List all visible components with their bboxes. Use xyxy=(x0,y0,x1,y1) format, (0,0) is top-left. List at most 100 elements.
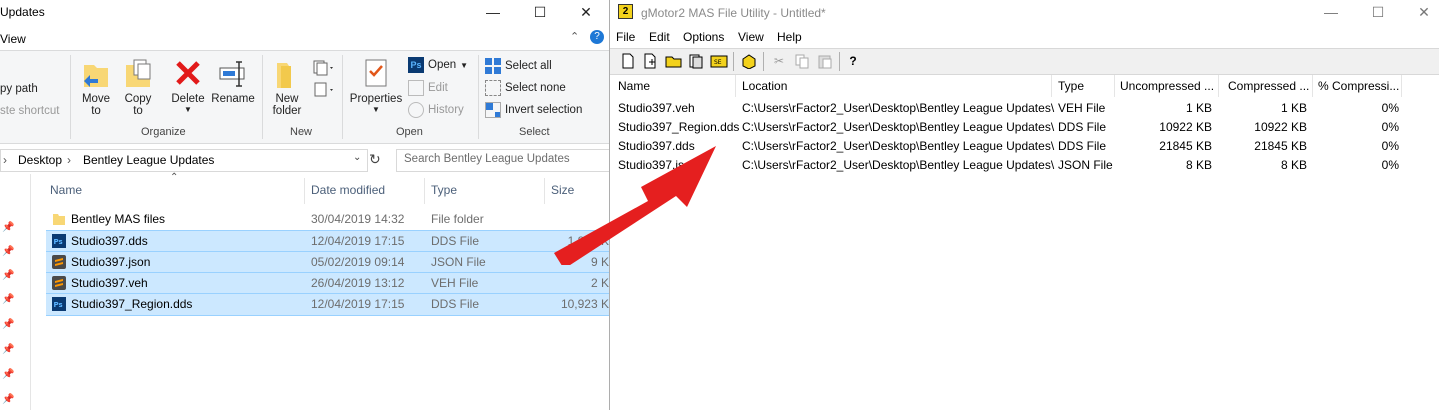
column-divider[interactable] xyxy=(735,75,736,97)
gm-column-location[interactable]: Location xyxy=(742,79,787,93)
column-divider[interactable] xyxy=(544,178,545,204)
photoshop-icon: Ps xyxy=(52,297,66,311)
extract-icon[interactable]: SE xyxy=(710,52,728,70)
edit-button[interactable]: Edit xyxy=(408,78,448,98)
easy-access-button[interactable] xyxy=(312,81,336,99)
new-item-button[interactable] xyxy=(312,59,336,77)
mas-row[interactable]: Studio397.dds C:\Users\rFactor2_User\Desk… xyxy=(613,137,1413,156)
help-icon[interactable]: ? xyxy=(590,30,604,44)
pin-icon: 📌 xyxy=(2,344,15,355)
file-date: 12/04/2019 17:15 xyxy=(311,234,405,248)
column-divider[interactable] xyxy=(424,178,425,204)
address-bar[interactable]: › Desktop › Bentley League Updates ⌄ xyxy=(0,149,368,172)
gm-column-compressed[interactable]: Compressed ... xyxy=(1228,79,1309,93)
menu-options[interactable]: Options xyxy=(683,30,724,44)
delete-dropdown-icon: ▼ xyxy=(184,105,192,114)
column-divider[interactable] xyxy=(1051,75,1052,97)
file-row[interactable]: Studio397.veh 26/04/2019 13:12 VEH File 2 K xyxy=(46,272,609,295)
ribbon-separator xyxy=(478,55,479,139)
paste-icon[interactable] xyxy=(816,52,834,70)
copy-to-button[interactable]: Copy to xyxy=(120,57,156,117)
save-icon[interactable] xyxy=(687,52,705,70)
column-divider[interactable] xyxy=(1114,75,1115,97)
menu-edit[interactable]: Edit xyxy=(649,30,670,44)
select-none-button[interactable]: Select none xyxy=(485,78,566,98)
tab-view[interactable]: View xyxy=(0,32,26,46)
column-name[interactable]: Name xyxy=(50,183,82,197)
address-dropdown-icon[interactable]: ⌄ xyxy=(353,152,361,163)
new-folder-button[interactable]: New folder xyxy=(268,57,306,117)
add-file-icon[interactable] xyxy=(642,52,660,70)
breadcrumb-current[interactable]: Bentley League Updates xyxy=(83,153,214,167)
copy-path-button[interactable]: py path xyxy=(0,79,38,99)
copy-icon[interactable] xyxy=(793,52,811,70)
file-type: File folder xyxy=(431,212,484,226)
svg-text:Ps: Ps xyxy=(54,238,63,246)
search-input[interactable]: Search Bentley League Updates xyxy=(396,149,609,172)
maximize-button[interactable]: ☐ xyxy=(1355,0,1401,24)
column-type[interactable]: Type xyxy=(431,183,457,197)
close-button[interactable]: ✕ xyxy=(563,0,609,24)
ribbon-separator xyxy=(262,55,263,139)
svg-text:Ps: Ps xyxy=(54,301,63,309)
invert-selection-button[interactable]: Invert selection xyxy=(485,100,582,120)
column-size[interactable]: Size xyxy=(551,183,574,197)
gm-column-type[interactable]: Type xyxy=(1058,79,1084,93)
properties-button[interactable]: Properties ▼ xyxy=(348,57,404,114)
minimize-button[interactable]: — xyxy=(1308,0,1354,24)
group-label-select: Select xyxy=(519,126,550,138)
column-divider[interactable] xyxy=(1218,75,1219,97)
select-all-button[interactable]: Select all xyxy=(485,56,552,76)
gm-column-name[interactable]: Name xyxy=(618,79,650,93)
move-to-button[interactable]: Move to xyxy=(78,57,114,117)
open-folder-icon[interactable] xyxy=(665,52,683,70)
file-row[interactable]: Ps Studio397_Region.dds 12/04/2019 17:15 DD… xyxy=(46,293,609,316)
gm-column-pct[interactable]: % Compressi... xyxy=(1318,79,1399,93)
delete-icon xyxy=(176,61,200,85)
mas-row[interactable]: Studio397.json C:\Users\rFactor2_User\Des… xyxy=(613,156,1413,175)
paste-shortcut-button[interactable]: ste shortcut xyxy=(0,101,59,121)
column-date-modified[interactable]: Date modified xyxy=(311,183,385,197)
history-button[interactable]: History xyxy=(408,100,464,120)
mas-file-pct: 0% xyxy=(1381,139,1399,153)
mas-file-type: DDS File xyxy=(1058,139,1107,153)
gm-column-uncompressed[interactable]: Uncompressed ... xyxy=(1120,79,1214,93)
mas-row[interactable]: Studio397_Region.dds C:\Users\rFactor2_Us… xyxy=(613,118,1413,137)
column-divider[interactable] xyxy=(304,178,305,204)
column-divider[interactable] xyxy=(1401,75,1402,97)
mas-file-type: VEH File xyxy=(1058,101,1106,115)
maximize-button[interactable]: ☐ xyxy=(517,0,563,24)
menu-help[interactable]: Help xyxy=(777,30,802,44)
file-row[interactable]: Studio397.json 05/02/2019 09:14 JSON File 9… xyxy=(46,251,609,274)
refresh-icon[interactable]: ↻ xyxy=(369,151,381,168)
open-button[interactable]: Ps Open ▼ xyxy=(408,55,468,75)
delete-button[interactable]: Delete ▼ xyxy=(168,57,208,114)
properties-dropdown-icon: ▼ xyxy=(372,105,380,114)
pack-icon[interactable] xyxy=(740,52,758,70)
copy-to-icon xyxy=(126,59,151,87)
ribbon-separator xyxy=(342,55,343,139)
cut-icon[interactable]: ✂ xyxy=(770,52,788,70)
toolbar-separator xyxy=(763,52,764,71)
sort-ascending-icon: ⌃ xyxy=(170,172,179,183)
collapse-ribbon-icon[interactable]: ⌃ xyxy=(570,30,579,43)
invert-selection-icon xyxy=(485,102,501,118)
column-divider[interactable] xyxy=(1312,75,1313,97)
history-icon xyxy=(408,102,424,118)
menu-file[interactable]: File xyxy=(616,30,635,44)
toolbar: SE ✂ ? xyxy=(610,48,1439,75)
file-row[interactable]: Bentley MAS files 30/04/2019 14:32 File fo… xyxy=(46,209,609,230)
mas-file-compressed: 8 KB xyxy=(1280,158,1307,172)
new-file-icon[interactable] xyxy=(619,52,637,70)
close-button[interactable]: ✕ xyxy=(1401,0,1439,24)
menu-view[interactable]: View xyxy=(738,30,764,44)
file-row[interactable]: Ps Studio397.dds 12/04/2019 17:15 DDS File 1… xyxy=(46,230,609,253)
breadcrumb-desktop[interactable]: Desktop xyxy=(18,153,62,167)
rename-button[interactable]: Rename xyxy=(211,57,255,105)
ribbon-home: py path ste shortcut Move to Copy to Del… xyxy=(0,50,609,144)
file-size: 1,846 K xyxy=(567,234,609,248)
minimize-button[interactable]: — xyxy=(470,0,516,24)
mas-row[interactable]: Studio397.veh C:\Users\rFactor2_User\Desk… xyxy=(613,99,1413,118)
help-context-icon[interactable]: ? xyxy=(844,52,862,70)
photoshop-icon: Ps xyxy=(52,234,66,248)
